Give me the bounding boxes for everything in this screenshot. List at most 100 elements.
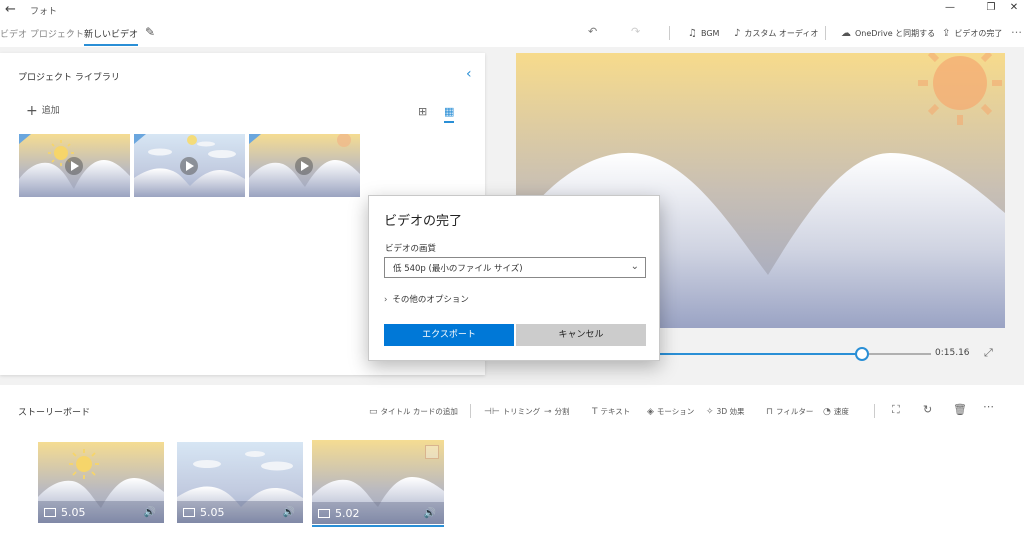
divider xyxy=(470,404,471,418)
motion-icon: ◈ xyxy=(647,407,654,417)
landscape-sun-image xyxy=(19,134,130,197)
text-button[interactable]: T テキスト xyxy=(592,406,630,417)
seek-track[interactable] xyxy=(656,353,931,355)
chevron-right-icon: › xyxy=(384,295,388,305)
seek-thumb[interactable] xyxy=(855,347,870,361)
add-label: 追加 xyxy=(41,106,60,116)
library-thumbnail[interactable] xyxy=(249,134,360,197)
library-thumbnail[interactable] xyxy=(134,134,245,197)
text-icon: T xyxy=(592,407,598,417)
clip-duration: 5.05 xyxy=(44,506,86,519)
video-quality-select[interactable]: 低 540p (最小のファイル サイズ) ⌄ xyxy=(384,257,646,278)
video-quality-value: 低 540p (最小のファイル サイズ) xyxy=(393,264,523,274)
clip-duration-value: 5.05 xyxy=(61,506,86,519)
finish-video-label: ビデオの完了 xyxy=(954,29,1003,38)
storyboard-clip-selected[interactable]: 5.02 🔊 xyxy=(312,440,444,524)
storyboard-title: ストーリーボード xyxy=(18,408,91,418)
library-title: プロジェクト ライブラリ xyxy=(18,73,120,83)
film-icon xyxy=(44,508,56,517)
collapse-chevron-icon[interactable]: ‹ xyxy=(466,66,472,82)
filter-icon: ⊓ xyxy=(766,407,774,417)
restore-icon[interactable]: ❐ xyxy=(983,2,999,16)
title-card-icon: ▭ xyxy=(369,407,378,417)
plus-icon: + xyxy=(26,103,38,119)
film-icon xyxy=(183,508,195,517)
chevron-down-icon: ⌄ xyxy=(630,261,639,272)
volume-icon[interactable]: 🔊 xyxy=(283,507,295,518)
onedrive-label: OneDrive と同期する xyxy=(855,29,936,38)
title-card-label: タイトル カードの追加 xyxy=(380,407,458,416)
split-label: 分割 xyxy=(554,407,570,416)
bgm-button[interactable]: ♫ BGM xyxy=(688,28,719,39)
fullscreen-icon[interactable]: ⤢ xyxy=(984,346,993,360)
rotate-icon[interactable]: ↻ xyxy=(923,403,932,416)
3d-effects-button[interactable]: ✧ 3D 効果 xyxy=(706,406,744,417)
cancel-button[interactable]: キャンセル xyxy=(516,324,646,346)
share-icon: ⇪ xyxy=(942,28,951,39)
add-title-card-button[interactable]: ▭ タイトル カードの追加 xyxy=(369,406,458,417)
video-quality-label: ビデオの画質 xyxy=(385,244,437,254)
volume-icon[interactable]: 🔊 xyxy=(424,508,436,519)
text-label: テキスト xyxy=(600,407,631,416)
3d-effects-icon: ✧ xyxy=(706,407,714,417)
title-bar: ← フォト — ❐ ✕ xyxy=(0,0,1024,20)
undo-icon[interactable]: ↶ xyxy=(588,25,597,38)
onedrive-sync-button[interactable]: ☁ OneDrive と同期する xyxy=(841,28,935,39)
trim-label: トリミング xyxy=(502,407,541,416)
more-icon[interactable]: … xyxy=(1011,23,1022,36)
storyboard-clip[interactable]: 5.05 🔊 xyxy=(38,442,164,523)
resize-icon[interactable]: ⛶ xyxy=(892,403,900,417)
finish-video-button[interactable]: ⇪ ビデオの完了 xyxy=(942,28,1002,39)
film-icon xyxy=(318,509,330,518)
more-options-toggle[interactable]: › その他のオプション xyxy=(384,293,469,305)
speed-button[interactable]: ◔ 速度 xyxy=(823,406,849,417)
3d-effects-label: 3D 効果 xyxy=(716,407,745,416)
storyboard-panel: ストーリーボード ▭ タイトル カードの追加 ⊣⊢ トリミング ⊸ 分割 T テキスト … xyxy=(0,385,1024,543)
person-audio-icon: ♪ xyxy=(734,28,741,39)
storyboard-clip[interactable]: 5.05 🔊 xyxy=(177,442,303,523)
finish-video-dialog: ビデオの完了 ビデオの画質 低 540p (最小のファイル サイズ) ⌄ › その… xyxy=(368,195,660,361)
filter-label: フィルター xyxy=(776,407,814,416)
delete-icon[interactable]: 🗑 xyxy=(953,403,967,416)
clip-duration-value: 5.05 xyxy=(200,506,225,519)
export-button[interactable]: エクスポート xyxy=(384,324,514,346)
custom-audio-button[interactable]: ♪ カスタム オーディオ xyxy=(734,28,818,39)
clip-select-checkbox[interactable] xyxy=(425,445,439,459)
app-title: フォト xyxy=(30,7,58,17)
more-icon[interactable]: ⋯ xyxy=(983,400,994,413)
add-button[interactable]: + 追加 xyxy=(26,103,60,119)
music-note-icon: ♫ xyxy=(688,28,697,39)
dialog-title: ビデオの完了 xyxy=(384,214,463,229)
back-arrow-icon[interactable]: ← xyxy=(5,2,16,17)
breadcrumb-separator: › xyxy=(69,26,73,37)
speed-label: 速度 xyxy=(833,407,849,416)
bgm-label: BGM xyxy=(700,29,720,38)
grid-small-view-icon[interactable]: ▦ xyxy=(444,105,455,123)
seek-progress xyxy=(656,353,863,355)
clip-duration: 5.05 xyxy=(183,506,225,519)
landscape-mountains-image xyxy=(249,134,360,197)
selected-clip-indicator xyxy=(312,525,444,527)
motion-label: モーション xyxy=(656,407,695,416)
close-icon[interactable]: ✕ xyxy=(1006,2,1022,16)
volume-icon[interactable]: 🔊 xyxy=(144,507,156,518)
clip-duration-value: 5.02 xyxy=(335,507,360,520)
divider xyxy=(825,26,826,40)
motion-button[interactable]: ◈ モーション xyxy=(647,406,694,417)
library-thumbnail[interactable] xyxy=(19,134,130,197)
filter-button[interactable]: ⊓ フィルター xyxy=(766,406,813,417)
grid-large-view-icon[interactable]: ⊞ xyxy=(418,105,427,118)
minimize-icon[interactable]: — xyxy=(942,2,958,16)
command-bar: ビデオ プロジェクト › 新しいビデオ ✎ ↶ ↷ ♫ BGM ♪ カスタム オーデ… xyxy=(0,20,1024,47)
divider xyxy=(874,404,875,418)
redo-icon[interactable]: ↷ xyxy=(631,25,640,38)
trim-button[interactable]: ⊣⊢ トリミング xyxy=(484,406,540,417)
split-icon: ⊸ xyxy=(544,407,552,417)
landscape-clouds-image xyxy=(134,134,245,197)
more-options-label: その他のオプション xyxy=(392,295,469,305)
cloud-icon: ☁ xyxy=(841,28,851,39)
trim-icon: ⊣⊢ xyxy=(484,407,500,417)
breadcrumb-new-video[interactable]: 新しいビデオ xyxy=(84,27,139,46)
split-button[interactable]: ⊸ 分割 xyxy=(544,406,570,417)
pencil-icon[interactable]: ✎ xyxy=(145,25,155,39)
